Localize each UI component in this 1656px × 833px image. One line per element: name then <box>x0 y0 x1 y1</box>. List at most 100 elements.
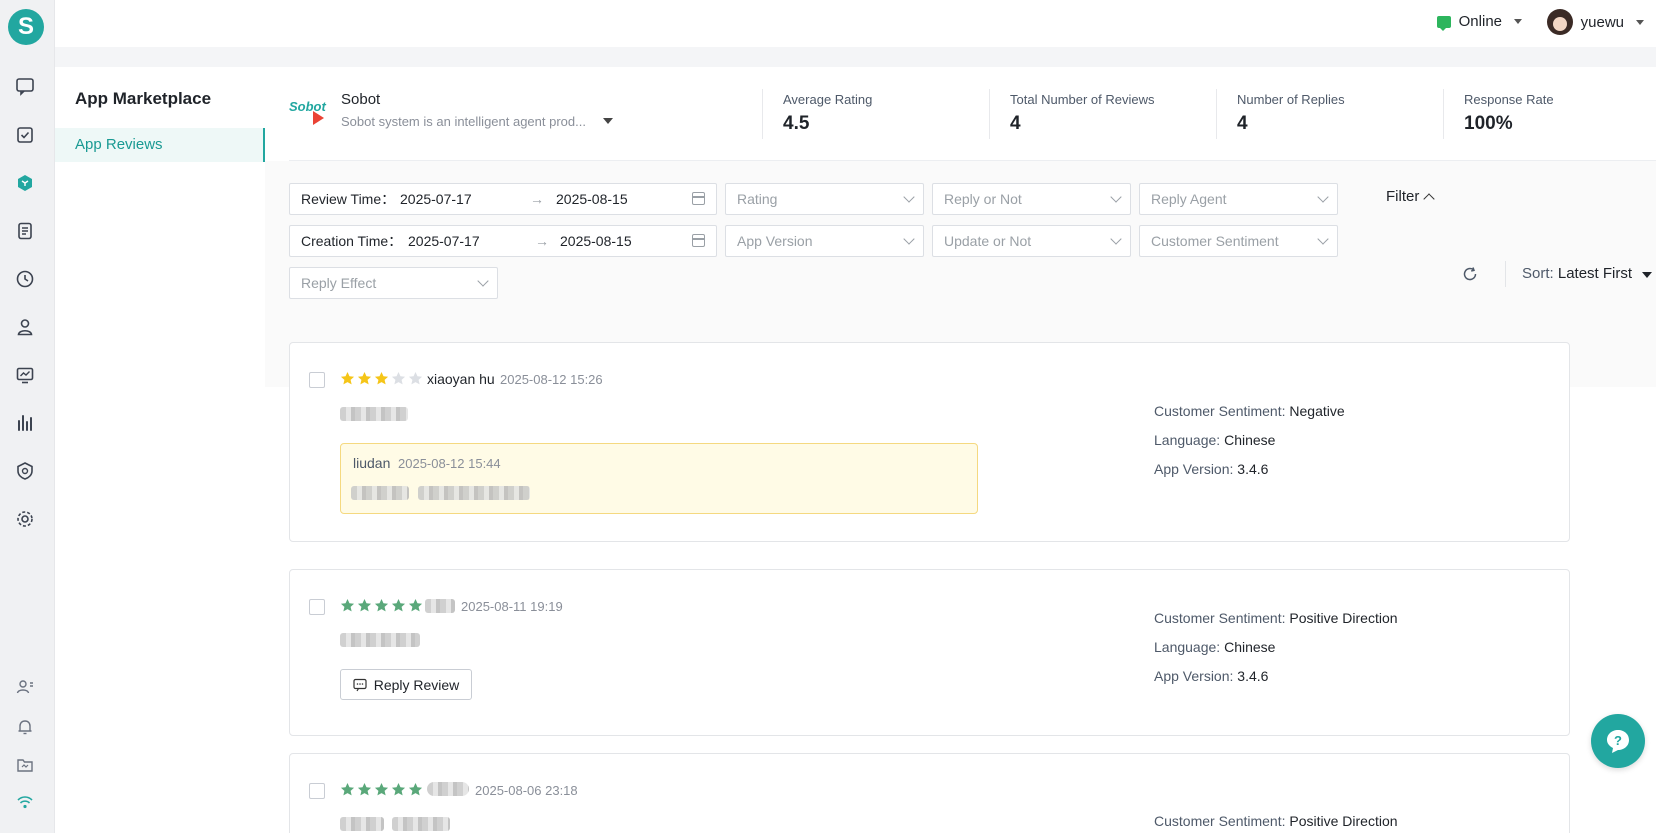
filter-label: Filter <box>1386 188 1420 205</box>
review-card: 2025-08-11 19:19 Reply Review Customer S… <box>289 569 1570 736</box>
chevron-down-icon <box>603 118 613 124</box>
chevron-down-icon <box>1317 191 1329 203</box>
sentiment-value: Negative <box>1289 403 1345 419</box>
app-version-value: 3.4.6 <box>1237 668 1269 684</box>
app-version-label: App Version: <box>1154 668 1234 684</box>
top-bar: Online yuewu <box>55 0 1656 47</box>
customer-sentiment-select[interactable]: Customer Sentiment <box>1139 225 1338 257</box>
review-checkbox[interactable] <box>309 783 325 799</box>
app-marketplace-icon[interactable] <box>14 172 36 194</box>
creation-time-end[interactable]: 2025-08-15 <box>560 226 632 256</box>
filter-toggle-button[interactable]: Filter <box>1386 188 1436 205</box>
user-menu[interactable]: yuewu <box>1546 9 1644 35</box>
app-selector-caret[interactable] <box>599 111 613 127</box>
star-filled-icon <box>340 598 355 612</box>
stat-label: Response Rate <box>1464 92 1554 107</box>
app-version-placeholder: App Version <box>737 233 813 249</box>
message-icon <box>353 678 367 691</box>
update-or-not-placeholder: Update or Not <box>944 233 1032 249</box>
online-status-icon <box>1436 15 1451 31</box>
main-content: Sobot Sobot Sobot system is an intellige… <box>265 67 1656 833</box>
document-icon[interactable] <box>14 220 36 242</box>
star-filled-icon <box>340 371 355 385</box>
avatar <box>1546 9 1573 35</box>
rating-select[interactable]: Rating <box>725 183 924 215</box>
sidebar-item-app-reviews[interactable]: App Reviews <box>55 128 265 162</box>
stat-label: Total Number of Reviews <box>1010 92 1155 107</box>
app-selector[interactable]: Sobot Sobot Sobot system is an intellige… <box>289 89 586 131</box>
reply-content-redacted <box>351 486 409 500</box>
bell-icon[interactable] <box>14 716 36 738</box>
creation-time-label: Creation Time： <box>301 233 403 249</box>
app-description: Sobot system is an intelligent agent pro… <box>341 114 586 129</box>
review-time: 2025-08-11 19:19 <box>461 599 563 614</box>
sort-dropdown[interactable]: Sort: Latest First <box>1505 261 1653 287</box>
help-button[interactable]: ? <box>1591 714 1645 768</box>
creation-time-start[interactable]: 2025-07-17 <box>408 226 480 256</box>
chat-icon[interactable] <box>14 75 36 97</box>
reply-effect-select[interactable]: Reply Effect <box>289 267 498 299</box>
statistics-icon[interactable] <box>14 412 36 434</box>
star-filled-icon <box>340 782 355 796</box>
play-store-icon <box>313 111 324 125</box>
review-meta: Customer Sentiment: Positive Direction <box>1154 811 1398 833</box>
svg-text:?: ? <box>1614 733 1622 748</box>
star-filled-icon <box>391 598 406 612</box>
history-icon[interactable] <box>14 268 36 290</box>
reply-review-button[interactable]: Reply Review <box>340 669 472 700</box>
user-name: yuewu <box>1580 13 1624 31</box>
reply-or-not-select[interactable]: Reply or Not <box>932 183 1131 215</box>
review-time-range[interactable]: Review Time： 2025-07-17 → 2025-08-15 <box>289 183 717 215</box>
review-time-start[interactable]: 2025-07-17 <box>400 184 472 214</box>
refresh-icon[interactable] <box>1462 266 1478 282</box>
review-card: xiaoyan hu 2025-08-12 15:26 liudan 2025-… <box>289 342 1570 542</box>
sentiment-value: Positive Direction <box>1289 813 1398 829</box>
stat-value: 4.5 <box>783 113 810 134</box>
reply-agent-select[interactable]: Reply Agent <box>1139 183 1338 215</box>
task-icon[interactable] <box>14 124 36 146</box>
wifi-icon <box>14 791 36 813</box>
reply-time: 2025-08-12 15:44 <box>398 456 501 471</box>
review-meta: Customer Sentiment: Negative Language: C… <box>1154 401 1345 488</box>
chevron-up-icon <box>1423 193 1436 205</box>
agent-icon[interactable] <box>14 316 36 338</box>
app-version-select[interactable]: App Version <box>725 225 924 257</box>
review-author-redacted <box>425 599 455 613</box>
creation-time-range[interactable]: Creation Time： 2025-07-17 → 2025-08-15 <box>289 225 717 257</box>
review-card: 2025-08-06 23:18 Customer Sentiment: Pos… <box>289 753 1570 833</box>
review-author: xiaoyan hu <box>427 371 495 387</box>
online-status-dropdown[interactable]: Online <box>1436 13 1522 31</box>
chevron-down-icon <box>1317 233 1329 245</box>
language-value: Chinese <box>1224 432 1276 448</box>
reply-content-redacted <box>418 486 530 500</box>
language-value: Chinese <box>1224 639 1276 655</box>
stat-response-rate: Response Rate 100% <box>1443 89 1643 139</box>
sobot-logo[interactable]: S <box>8 9 44 45</box>
app-version-label: App Version: <box>1154 461 1234 477</box>
stat-value: 4 <box>1237 113 1248 134</box>
range-arrow: → <box>535 233 549 249</box>
app-logo: Sobot <box>289 89 331 131</box>
sort-label: Sort: <box>1522 265 1554 282</box>
sidebar-title: App Marketplace <box>75 89 212 108</box>
monitor-icon[interactable] <box>14 364 36 386</box>
help-icon: ? <box>1607 730 1629 753</box>
chevron-down-icon <box>903 191 915 203</box>
review-time-end[interactable]: 2025-08-15 <box>556 184 628 214</box>
contacts-icon[interactable] <box>14 676 36 698</box>
stat-number-of-replies: Number of Replies 4 <box>1216 89 1431 139</box>
gear-icon[interactable] <box>14 508 36 530</box>
chevron-down-icon <box>1636 19 1644 25</box>
update-or-not-select[interactable]: Update or Not <box>932 225 1131 257</box>
calendar-icon <box>692 192 705 205</box>
star-rating <box>340 782 423 797</box>
star-filled-icon <box>357 371 372 385</box>
review-checkbox[interactable] <box>309 599 325 615</box>
security-icon[interactable] <box>14 460 36 482</box>
star-rating <box>340 598 423 613</box>
chevron-down-icon <box>1110 191 1122 203</box>
review-time: 2025-08-06 23:18 <box>475 783 578 798</box>
review-checkbox[interactable] <box>309 372 325 388</box>
left-rail: S <box>0 0 55 833</box>
folder-icon[interactable] <box>14 754 36 776</box>
